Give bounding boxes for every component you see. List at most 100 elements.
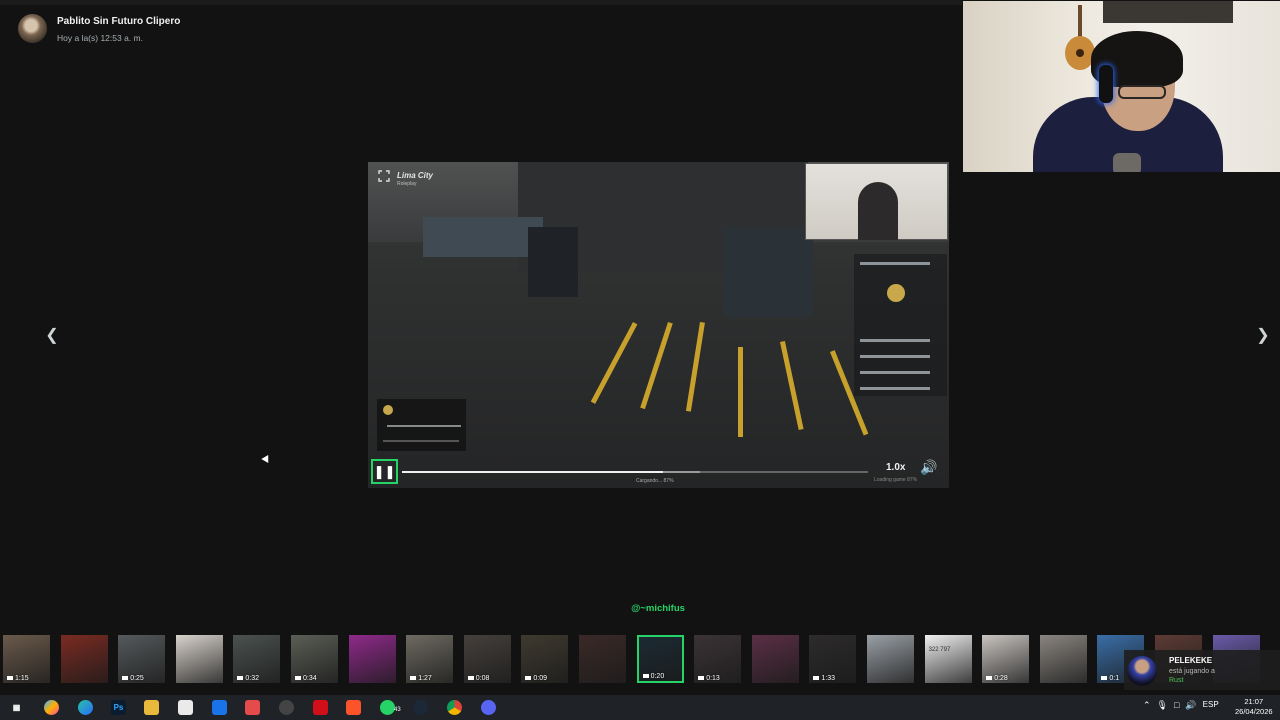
- loading-text: Cargando... 87%: [636, 478, 674, 484]
- menu-avatar: [887, 284, 905, 302]
- friend-game: Rust: [1169, 677, 1184, 684]
- message-time: Hoy a la(s) 12:53 a. m.: [57, 33, 143, 43]
- music-progress: [387, 425, 461, 427]
- video-controls: ❚❚ Cargando... 87% Loading game 87% 1.0x…: [368, 458, 949, 488]
- chevron-right-icon[interactable]: ❯: [1253, 326, 1273, 346]
- game-object: [528, 227, 578, 297]
- video-camera-icon: [295, 676, 301, 681]
- video-camera-icon: [410, 676, 417, 681]
- edge-icon[interactable]: [78, 700, 93, 715]
- store-icon[interactable]: [178, 700, 193, 715]
- thumbnail-duration: 1:33: [813, 675, 835, 682]
- media-thumbnail[interactable]: 0:25: [118, 635, 166, 683]
- app-icon[interactable]: [245, 700, 260, 715]
- game-music-player: [377, 399, 466, 451]
- parking-stripe: [738, 347, 743, 437]
- steam-notification[interactable]: PELEKEKE está jugando a Rust: [1124, 650, 1280, 690]
- thumbnail-duration: 0:28: [986, 675, 1008, 682]
- taskbar-clock[interactable]: 21:07 26/04/2026: [1235, 697, 1273, 717]
- media-thumbnail[interactable]: 0:34: [291, 635, 338, 683]
- steam-icon[interactable]: [413, 700, 428, 715]
- media-thumbnail[interactable]: 0:28: [982, 635, 1030, 683]
- parking-stripe: [590, 322, 638, 404]
- media-thumbnail[interactable]: 0:20: [636, 635, 684, 683]
- media-thumbnail[interactable]: 1:27: [406, 635, 454, 683]
- video-camera-icon: [467, 676, 474, 681]
- whatsapp-icon[interactable]: [380, 700, 395, 715]
- thumbnail-strip: 1:15 0:25 0:32 0:34 1:27 0:08 0:09 0:20 0:13 1:33…: [3, 635, 1280, 685]
- discord-icon[interactable]: [481, 700, 496, 715]
- media-thumbnail[interactable]: [175, 635, 223, 683]
- parking-stripe: [640, 322, 673, 410]
- sender-avatar[interactable]: [18, 14, 47, 43]
- media-thumbnail[interactable]: 0:08: [463, 635, 511, 683]
- parking-stripe: [780, 340, 804, 431]
- loading-status: Loading game 87%: [874, 477, 918, 483]
- media-thumbnail[interactable]: 0:32: [233, 635, 281, 683]
- thumbnail-duration: 0:34: [295, 675, 317, 682]
- pause-button[interactable]: ❚❚: [371, 459, 398, 484]
- outlook-icon[interactable]: [212, 700, 227, 715]
- media-thumbnail[interactable]: 0:13: [694, 635, 742, 683]
- pip-person: [858, 182, 898, 240]
- video-progress-track[interactable]: [402, 471, 868, 473]
- clock-app-icon[interactable]: [279, 700, 294, 715]
- media-thumbnail[interactable]: [348, 635, 396, 683]
- menu-line: [860, 355, 930, 358]
- picture-in-picture-webcam: [805, 163, 948, 240]
- media-thumbnail[interactable]: 1:33: [809, 635, 857, 683]
- windows-start-icon[interactable]: ▦: [9, 700, 24, 715]
- windows-taskbar: ▦ Ps 43 ⌃ 🎙 □ 🔊 ESP 21:07 26/04/2026: [0, 695, 1280, 720]
- media-thumbnail[interactable]: [1039, 635, 1087, 683]
- microphone-icon[interactable]: 🎙: [1157, 700, 1168, 711]
- media-thumbnail[interactable]: [60, 635, 108, 683]
- video-camera-icon: [7, 676, 13, 681]
- friend-name: PELEKEKE: [1169, 656, 1213, 665]
- copilot-icon[interactable]: [44, 700, 59, 715]
- clock-time: 21:07: [1244, 697, 1264, 706]
- video-camera-icon: [986, 676, 993, 681]
- video-player[interactable]: Lima City Roleplay ❚❚ Cargando... 87% Lo…: [368, 162, 949, 488]
- thumbnail-label: 322 797: [928, 647, 951, 653]
- opera-icon[interactable]: [313, 700, 328, 715]
- music-icon: [383, 405, 393, 415]
- headset-icon: [1099, 65, 1113, 103]
- thumbnail-duration: 0:25: [122, 675, 144, 682]
- volume-icon[interactable]: 🔊: [920, 459, 937, 476]
- menu-line: [860, 262, 930, 265]
- menu-line: [860, 371, 930, 374]
- thumbnail-duration: 0:08: [467, 675, 489, 682]
- media-thumbnail[interactable]: 0:09: [521, 635, 569, 683]
- network-icon[interactable]: □: [1174, 700, 1179, 711]
- expand-icon[interactable]: [378, 170, 390, 182]
- thumbnail-duration: 0:09: [525, 675, 547, 682]
- video-camera-icon: [122, 676, 129, 681]
- sender-name[interactable]: Pablito Sin Futuro Clipero: [57, 16, 180, 27]
- playback-speed-button[interactable]: 1.0x: [886, 462, 905, 473]
- chrome-icon[interactable]: [447, 700, 462, 715]
- video-camera-icon: [698, 676, 705, 681]
- video-camera-icon: [642, 674, 649, 679]
- menu-line: [860, 387, 930, 390]
- file-explorer-icon[interactable]: [144, 700, 159, 715]
- whatsapp-badge: 43: [394, 707, 401, 713]
- friend-status: está jugando a: [1169, 668, 1215, 675]
- chevron-left-icon[interactable]: ❮: [42, 326, 62, 346]
- photoshop-icon[interactable]: Ps: [111, 700, 126, 715]
- chevron-up-icon[interactable]: ⌃: [1143, 700, 1151, 711]
- microphone: [1113, 153, 1141, 172]
- system-tray: ⌃ 🎙 □ 🔊 ESP: [1143, 700, 1219, 711]
- brave-icon[interactable]: [346, 700, 361, 715]
- media-thumbnail[interactable]: [751, 635, 799, 683]
- wall-shelf: [1103, 1, 1233, 23]
- game-title: Lima City: [397, 171, 434, 180]
- chat-header: Pablito Sin Futuro Clipero Hoy a la(s) 1…: [18, 14, 180, 43]
- media-thumbnail[interactable]: [579, 635, 626, 683]
- media-thumbnail[interactable]: 322 797: [924, 635, 972, 683]
- media-thumbnail[interactable]: [867, 635, 914, 683]
- game-side-menu: [854, 254, 947, 396]
- speaker-icon[interactable]: 🔊: [1185, 700, 1196, 711]
- language-indicator[interactable]: ESP: [1203, 700, 1219, 711]
- game-object: [723, 227, 813, 317]
- media-thumbnail[interactable]: 1:15: [3, 635, 50, 683]
